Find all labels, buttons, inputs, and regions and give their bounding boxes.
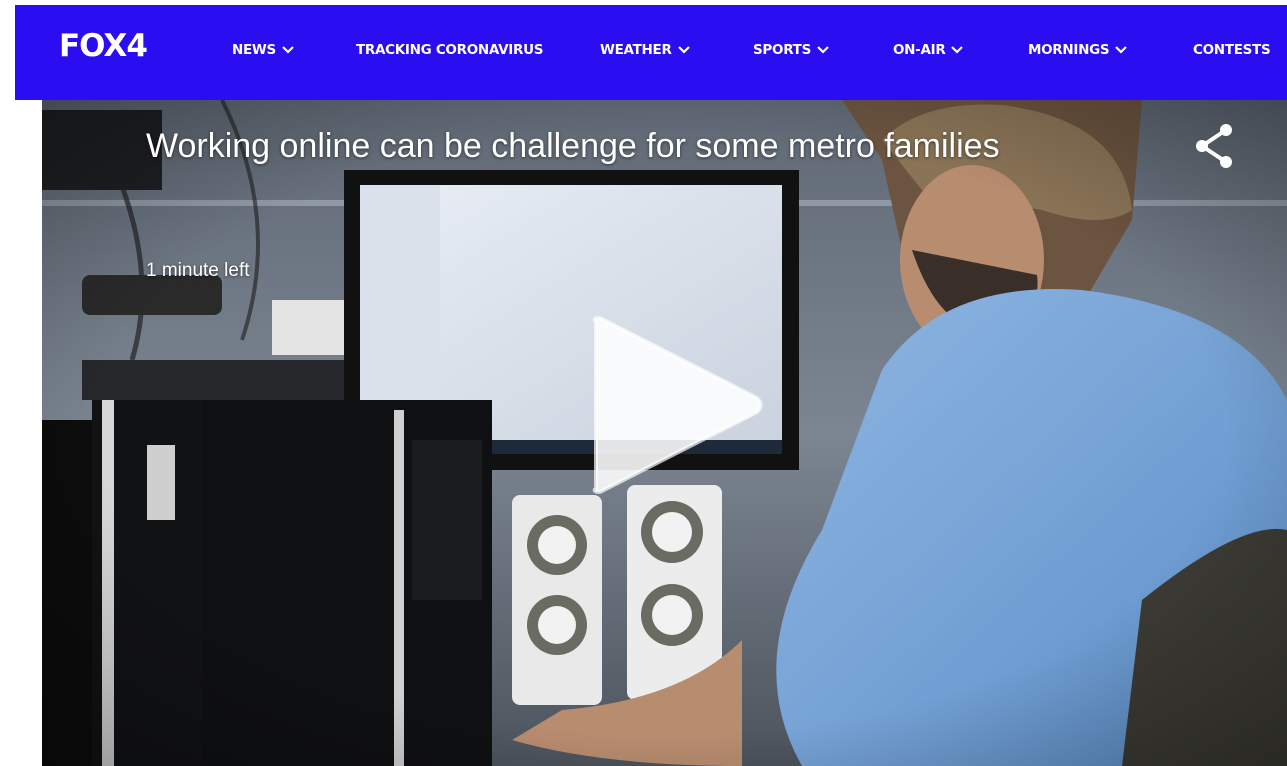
nav-item-label: WEATHER xyxy=(600,42,672,58)
chevron-down-icon xyxy=(1115,46,1128,54)
video-player[interactable]: Working online can be challenge for some… xyxy=(42,100,1287,766)
chevron-down-icon xyxy=(817,46,829,54)
time-remaining: 1 minute left xyxy=(146,260,250,281)
chevron-down-icon xyxy=(282,46,294,54)
nav-item-weather[interactable]: WEATHER xyxy=(600,41,690,59)
nav-item-contests[interactable]: CONTESTS xyxy=(1193,41,1271,59)
nav-item-tracking-coronavirus[interactable]: TRACKING CORONAVIRUS xyxy=(356,41,543,59)
nav-item-news[interactable]: NEWS xyxy=(232,41,294,59)
nav-item-label: NEWS xyxy=(232,42,276,58)
play-icon[interactable] xyxy=(582,310,772,500)
nav-item-label: MORNINGS xyxy=(1028,42,1110,58)
nav-item-mornings[interactable]: MORNINGS xyxy=(1028,41,1128,59)
chevron-down-icon xyxy=(677,46,690,54)
fox4-logo[interactable]: FOX4 xyxy=(59,28,148,64)
video-title: Working online can be challenge for some… xyxy=(146,127,1000,165)
nav-item-label: ON-AIR xyxy=(893,42,946,58)
nav-item-sports[interactable]: SPORTS xyxy=(753,41,829,59)
chevron-down-icon xyxy=(951,46,964,54)
share-icon[interactable] xyxy=(1192,122,1238,170)
top-navigation-bar: FOX4 NEWS TRACKING CORONAVIRUS WEATHER S… xyxy=(15,5,1287,100)
nav-item-label: TRACKING CORONAVIRUS xyxy=(356,42,544,58)
nav-item-label: CONTESTS xyxy=(1193,42,1271,58)
nav-item-on-air[interactable]: ON-AIR xyxy=(893,41,964,59)
nav-item-label: SPORTS xyxy=(753,42,812,58)
